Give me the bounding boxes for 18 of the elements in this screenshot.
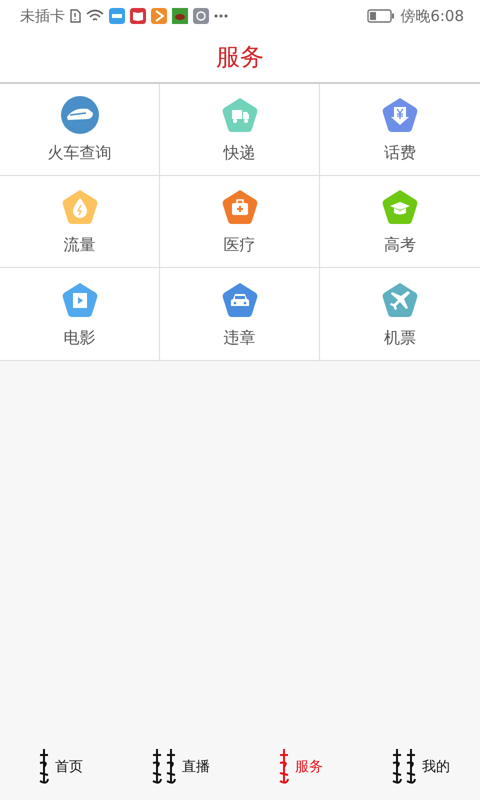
service-tile[interactable]: 流量 [0,176,160,268]
wifi-icon [86,9,104,23]
book-icon [130,8,146,24]
service-tile[interactable]: 火车查询 [0,84,160,176]
nav-tab[interactable]: 首页 [0,747,120,787]
play-icon [151,8,167,24]
page-title: 服务 [216,42,264,73]
clock-text: 傍晚6:08 [400,6,464,26]
app-notification-icon [109,8,125,24]
carrier-text: 未插卡 [20,6,65,26]
service-tile[interactable]: 快递 [160,84,320,176]
more-icon [214,14,228,18]
service-tile[interactable]: 医疗 [160,176,320,268]
battery-icon [367,9,396,23]
nav-tab[interactable]: 我的 [360,747,480,787]
sim-icon [70,9,81,23]
nav-tab[interactable]: 服务 [240,747,360,787]
nav-tab[interactable]: 直播 [120,747,240,787]
